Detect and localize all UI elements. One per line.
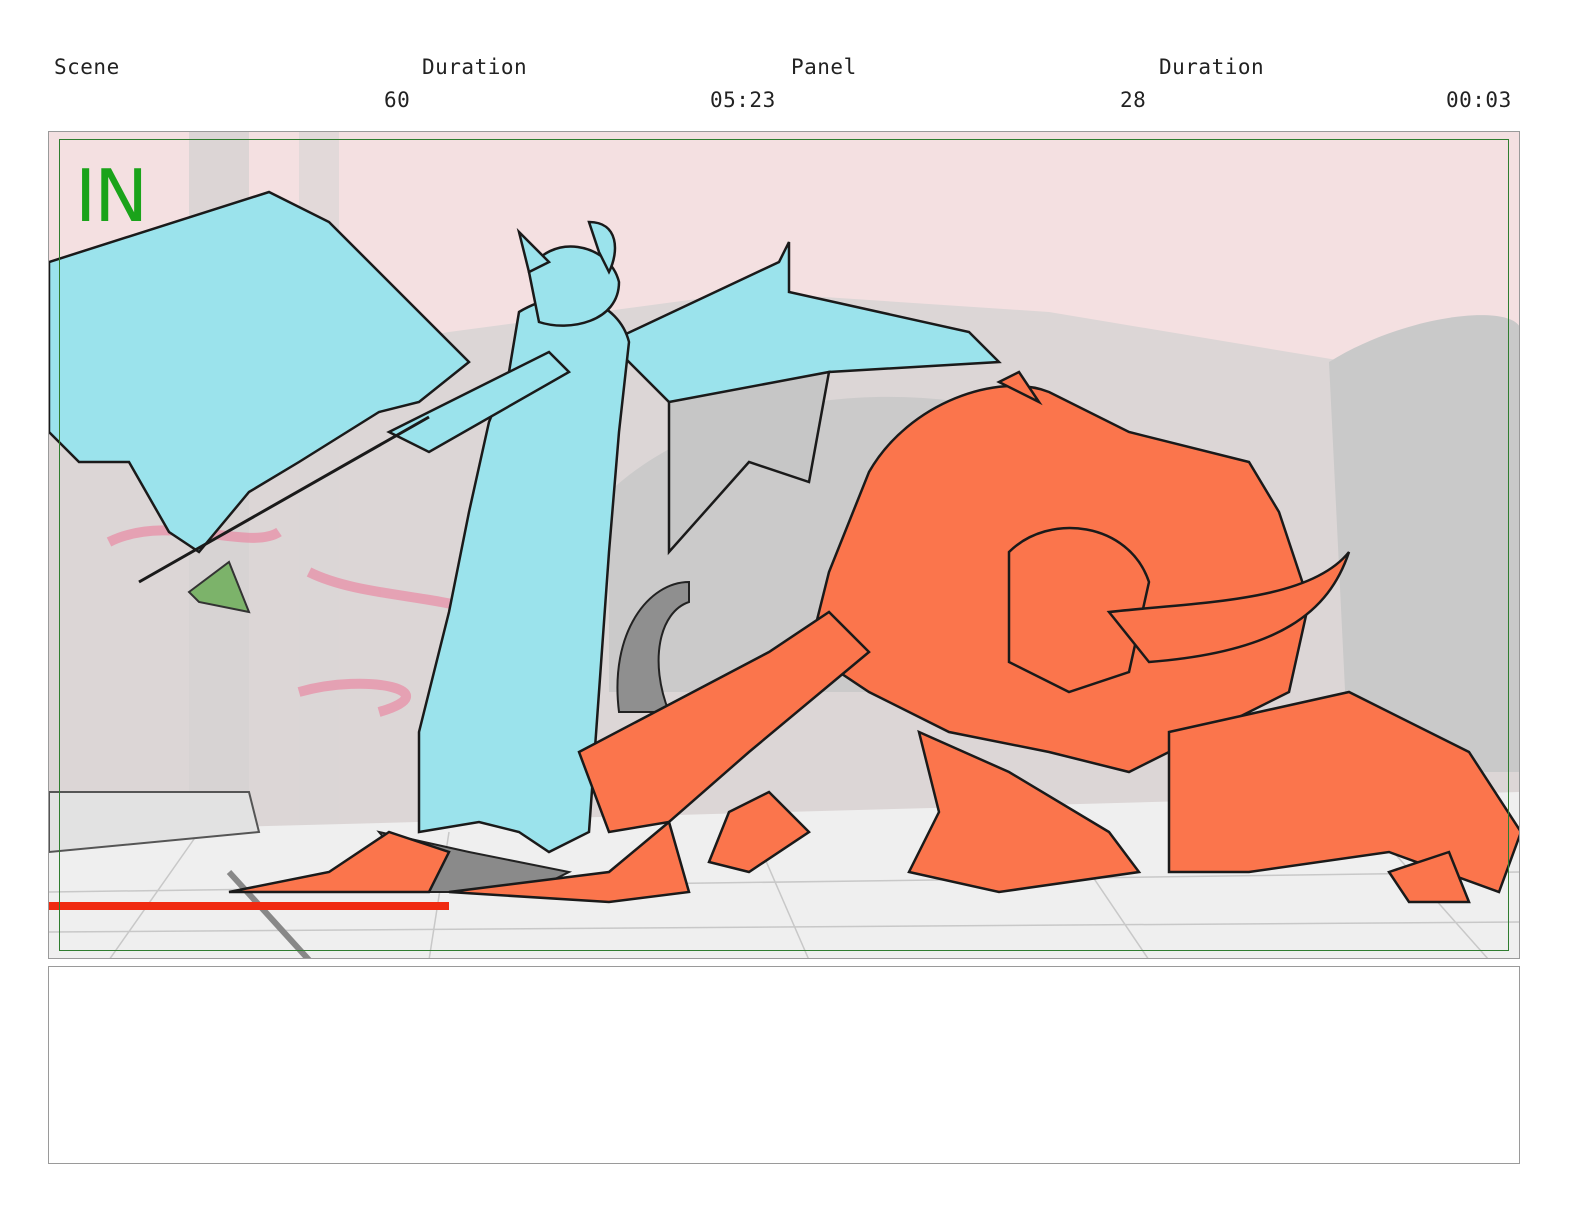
panel-duration-label: Duration	[1159, 55, 1265, 79]
panel-artwork	[49, 132, 1519, 958]
panel-duration-value: 00:03	[1446, 88, 1512, 112]
panel-notes-box[interactable]	[48, 966, 1520, 1164]
panel-label: Panel	[791, 55, 857, 79]
scene-value: 60	[384, 88, 411, 112]
panel-notes-text	[49, 967, 1519, 987]
scene-label: Scene	[54, 55, 120, 79]
red-line-marker	[49, 902, 449, 910]
storyboard-panel: IN	[48, 131, 1520, 959]
in-marker: IN	[75, 154, 148, 238]
scene-duration-value: 05:23	[710, 88, 776, 112]
panel-value: 28	[1120, 88, 1147, 112]
scene-duration-label: Duration	[422, 55, 528, 79]
